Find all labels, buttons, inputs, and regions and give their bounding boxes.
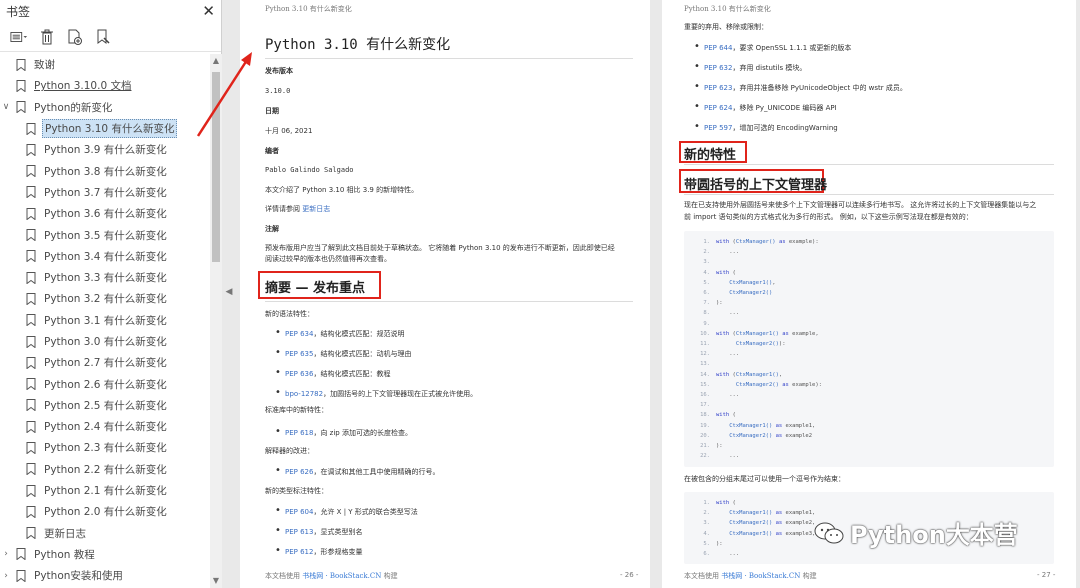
pdf-viewer-window: 书签 ✕ 致谢 Python 3.10.0 文档 ∨ Python的新变化 Python… [0, 0, 1080, 588]
annotation-arrow [196, 52, 252, 137]
